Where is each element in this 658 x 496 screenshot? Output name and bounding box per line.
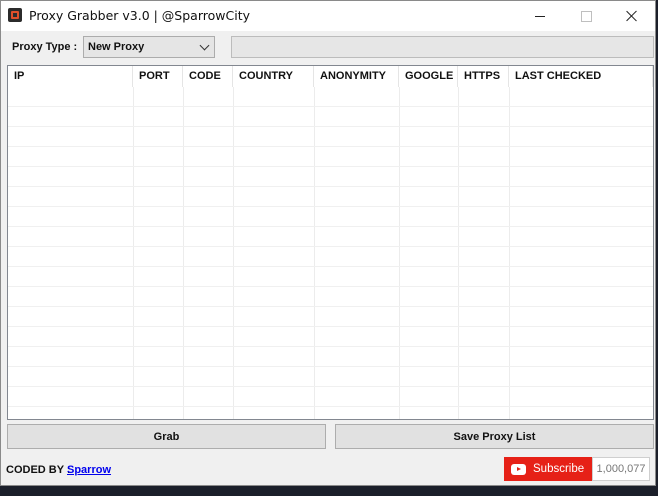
proxy-type-value: New Proxy <box>88 41 145 53</box>
minimize-button[interactable] <box>517 1 563 31</box>
row-gridline <box>8 246 653 247</box>
row-gridline <box>8 206 653 207</box>
coded-by-link[interactable]: Sparrow <box>67 464 111 476</box>
maximize-button[interactable] <box>563 1 609 31</box>
column-divider <box>399 87 400 419</box>
proxy-grabber-window: Proxy Grabber v3.0 | @SparrowCity Proxy … <box>0 0 656 486</box>
close-icon <box>626 10 638 22</box>
column-divider <box>509 87 510 419</box>
row-gridline <box>8 186 653 187</box>
grab-button[interactable]: Grab <box>7 424 326 449</box>
row-gridline <box>8 366 653 367</box>
column-divider <box>233 87 234 419</box>
maximize-icon <box>580 10 592 22</box>
row-gridline <box>8 126 653 127</box>
row-gridline <box>8 306 653 307</box>
row-gridline <box>8 146 653 147</box>
proxy-type-label: Proxy Type : <box>12 41 78 53</box>
column-divider <box>133 87 134 419</box>
row-gridline <box>8 286 653 287</box>
subscriber-count: 1,000,077 <box>592 457 650 481</box>
coded-by-label: CODED BY : <box>6 464 71 476</box>
column-header[interactable]: LAST CHECKED <box>509 66 653 87</box>
row-gridline <box>8 386 653 387</box>
table-body[interactable] <box>8 87 653 419</box>
subscribe-label: Subscribe <box>533 463 585 475</box>
column-header[interactable]: CODE <box>183 66 233 87</box>
column-header[interactable]: COUNTRY <box>233 66 314 87</box>
subscribe-button[interactable]: Subscribe <box>504 457 592 481</box>
column-divider <box>314 87 315 419</box>
minimize-icon <box>535 15 545 17</box>
window-title: Proxy Grabber v3.0 | @SparrowCity <box>29 8 250 23</box>
row-gridline <box>8 106 653 107</box>
proxy-type-select[interactable]: New Proxy <box>83 36 215 58</box>
close-button[interactable] <box>609 1 655 31</box>
column-header[interactable]: HTTPS <box>458 66 509 87</box>
app-icon <box>8 8 22 22</box>
row-gridline <box>8 326 653 327</box>
progress-bar <box>231 36 654 58</box>
proxy-table[interactable]: IP PORT CODE COUNTRY ANONYMITY GOOGLE HTTPS LAS… <box>7 65 654 420</box>
column-header[interactable]: PORT <box>133 66 183 87</box>
column-header[interactable]: GOOGLE <box>399 66 458 87</box>
row-gridline <box>8 226 653 227</box>
title-bar: Proxy Grabber v3.0 | @SparrowCity <box>1 1 655 31</box>
row-gridline <box>8 266 653 267</box>
taskbar <box>0 486 658 496</box>
table-header: IP PORT CODE COUNTRY ANONYMITY GOOGLE HTTPS LAS… <box>8 66 653 87</box>
column-divider <box>183 87 184 419</box>
row-gridline <box>8 346 653 347</box>
save-proxy-list-button[interactable]: Save Proxy List <box>335 424 654 449</box>
youtube-icon <box>511 463 526 475</box>
column-header[interactable]: ANONYMITY <box>314 66 399 87</box>
chevron-down-icon <box>199 40 210 51</box>
row-gridline <box>8 406 653 407</box>
column-divider <box>458 87 459 419</box>
row-gridline <box>8 166 653 167</box>
column-header[interactable]: IP <box>8 66 133 87</box>
